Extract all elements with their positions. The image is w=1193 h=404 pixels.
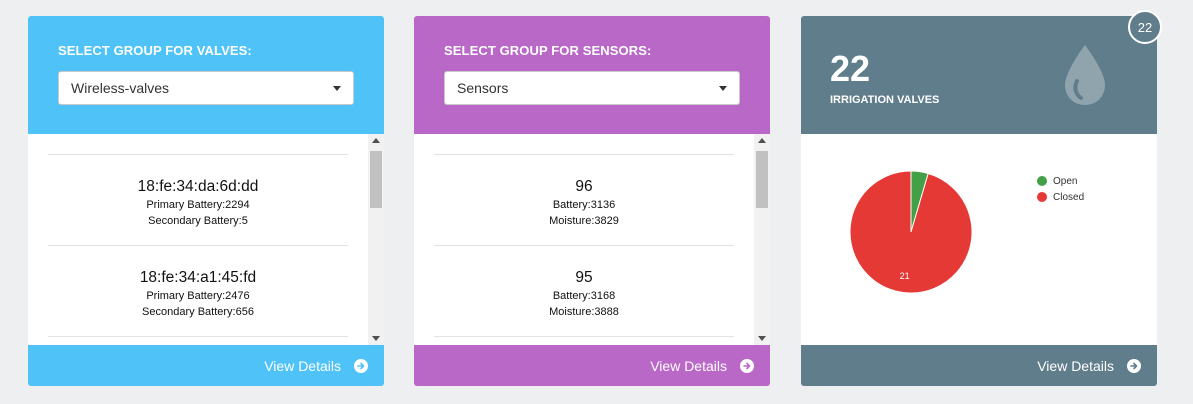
list-divider bbox=[434, 336, 734, 337]
valve-status-chart: 21 Open Closed bbox=[801, 134, 1157, 345]
arrow-circle-right-icon bbox=[740, 358, 754, 373]
view-details-label: View Details bbox=[1037, 357, 1114, 374]
list-divider bbox=[48, 154, 348, 155]
valve-id: 18:fe:34:da:6d:dd bbox=[137, 178, 259, 195]
legend-label: Open bbox=[1053, 175, 1078, 187]
irrigation-view-details-button[interactable]: View Details bbox=[801, 345, 1157, 386]
view-details-label: View Details bbox=[264, 357, 341, 374]
scroll-thumb[interactable] bbox=[756, 151, 768, 208]
chevron-down-icon bbox=[333, 85, 341, 91]
valve-secondary-battery: Secondary Battery:656 bbox=[142, 306, 254, 318]
sensor-id: 95 bbox=[575, 269, 593, 286]
sensors-group-select-value: Sensors bbox=[457, 80, 509, 96]
scroll-down-icon[interactable] bbox=[758, 336, 766, 341]
valves-group-select[interactable]: Wireless-valves bbox=[58, 71, 354, 105]
valves-scrollbar[interactable] bbox=[368, 134, 384, 345]
sensors-group-title: SELECT GROUP FOR SENSORS: bbox=[444, 43, 652, 58]
list-item: 96 Battery:3136 Moisture:3829 bbox=[434, 177, 734, 229]
valve-count-badge: 22 bbox=[1128, 10, 1162, 44]
arrow-circle-right-icon bbox=[354, 358, 368, 373]
valve-primary-battery: Primary Battery:2476 bbox=[146, 290, 250, 302]
chevron-down-icon bbox=[719, 85, 727, 91]
list-item: 18:fe:34:a1:45:fd Primary Battery:2476 S… bbox=[48, 268, 348, 320]
valves-group-title: SELECT GROUP FOR VALVES: bbox=[58, 43, 252, 58]
sensors-card: SELECT GROUP FOR SENSORS: Sensors 96 Bat… bbox=[414, 16, 770, 386]
list-divider bbox=[434, 154, 734, 155]
scroll-thumb[interactable] bbox=[370, 151, 382, 208]
valve-secondary-battery: Secondary Battery:5 bbox=[148, 215, 248, 227]
sensors-card-header: SELECT GROUP FOR SENSORS: Sensors bbox=[414, 16, 770, 134]
legend-label: Closed bbox=[1053, 191, 1085, 203]
sensor-moisture: Moisture:3829 bbox=[549, 215, 619, 227]
irrigation-card-header: 22 IRRIGATION VALVES bbox=[801, 16, 1157, 134]
water-drop-icon bbox=[1065, 45, 1105, 105]
sensor-battery: Battery:3168 bbox=[552, 290, 616, 302]
list-divider bbox=[434, 245, 734, 246]
valves-view-details-button[interactable]: View Details bbox=[28, 345, 384, 386]
scroll-up-icon[interactable] bbox=[372, 138, 380, 143]
legend-item-open: Open bbox=[1037, 173, 1084, 189]
valves-list[interactable]: 18:fe:34:da:6d:dd Primary Battery:2294 S… bbox=[28, 134, 384, 345]
irrigation-valves-card: 22 IRRIGATION VALVES 22 21 Open Closed V… bbox=[801, 10, 1162, 386]
valves-card-header: SELECT GROUP FOR VALVES: Wireless-valves bbox=[28, 16, 384, 134]
valves-card: SELECT GROUP FOR VALVES: Wireless-valves… bbox=[28, 16, 384, 386]
list-divider bbox=[48, 245, 348, 246]
valves-group-select-value: Wireless-valves bbox=[71, 80, 170, 96]
sensor-moisture: Moisture:3888 bbox=[549, 306, 619, 318]
sensors-group-select[interactable]: Sensors bbox=[444, 71, 740, 105]
view-details-label: View Details bbox=[650, 357, 727, 374]
valve-primary-battery: Primary Battery:2294 bbox=[146, 199, 250, 211]
pie-data-label: 21 bbox=[900, 271, 910, 281]
arrow-circle-right-icon bbox=[1127, 358, 1141, 373]
scroll-down-icon[interactable] bbox=[372, 336, 380, 341]
scroll-up-icon[interactable] bbox=[758, 138, 766, 143]
sensors-list[interactable]: 96 Battery:3136 Moisture:3829 95 Battery… bbox=[414, 134, 770, 345]
chart-legend: Open Closed bbox=[1037, 173, 1084, 205]
sensor-id: 96 bbox=[575, 178, 593, 195]
list-item: 18:fe:34:da:6d:dd Primary Battery:2294 S… bbox=[48, 177, 348, 229]
legend-swatch-closed bbox=[1037, 192, 1047, 202]
sensors-scrollbar[interactable] bbox=[754, 134, 770, 345]
irrigation-valve-count: 22 bbox=[830, 48, 871, 89]
valve-id: 18:fe:34:a1:45:fd bbox=[139, 269, 257, 286]
sensor-battery: Battery:3136 bbox=[552, 199, 616, 211]
irrigation-valves-label: IRRIGATION VALVES bbox=[830, 94, 940, 106]
legend-item-closed: Closed bbox=[1037, 189, 1084, 205]
legend-swatch-open bbox=[1037, 176, 1047, 186]
sensors-view-details-button[interactable]: View Details bbox=[414, 345, 770, 386]
pie-slice-closed[interactable] bbox=[849, 170, 973, 294]
list-item: 95 Battery:3168 Moisture:3888 bbox=[434, 268, 734, 320]
list-divider bbox=[48, 336, 348, 337]
pie-chart: 21 bbox=[849, 170, 973, 294]
